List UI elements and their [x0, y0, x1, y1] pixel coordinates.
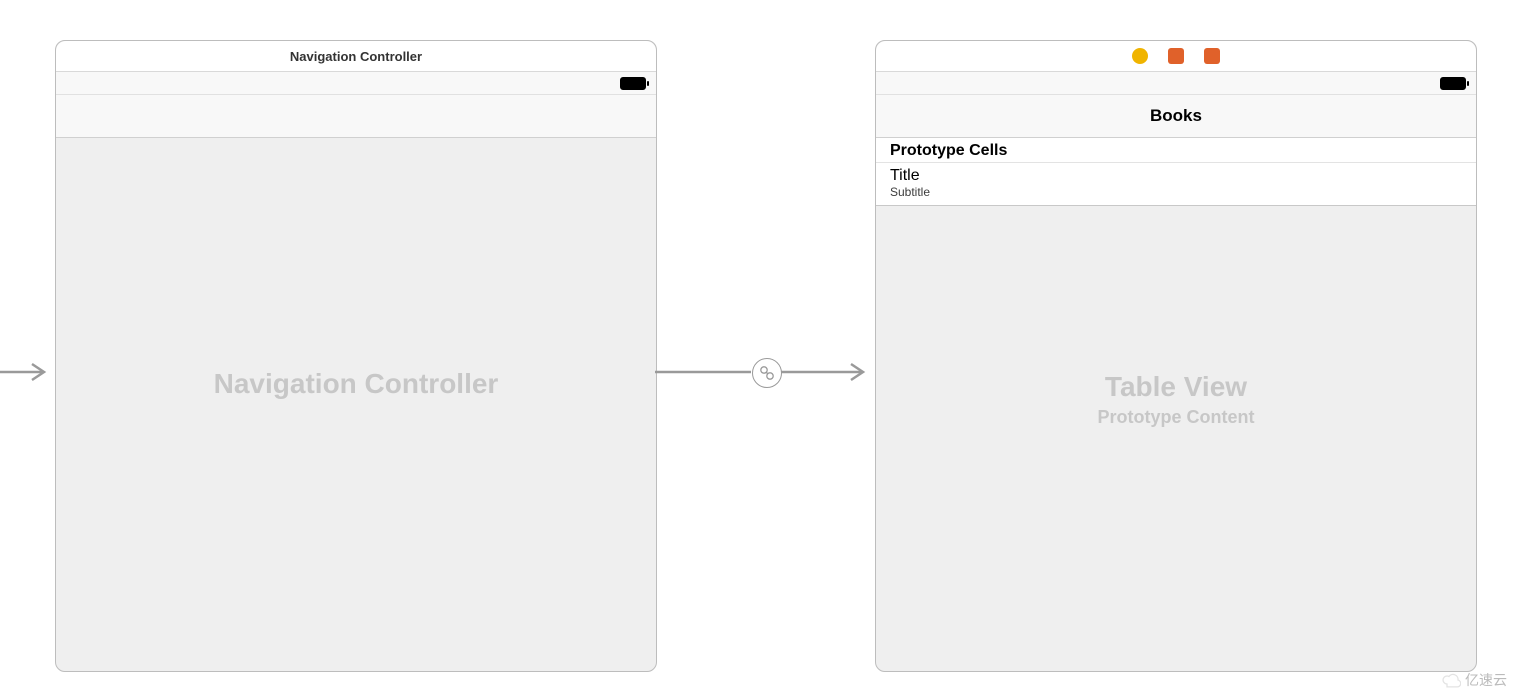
exit-icon[interactable]: [1204, 48, 1220, 64]
initial-arrow-icon: [0, 362, 55, 382]
table-view-placeholder-subtitle: Prototype Content: [876, 407, 1476, 428]
table-view-placeholder-title: Table View: [876, 371, 1476, 403]
watermark-text: 亿速云: [1465, 670, 1507, 690]
watermark: 亿速云: [1441, 670, 1507, 690]
status-bar: [876, 72, 1476, 95]
battery-icon: [1440, 77, 1466, 90]
cell-title-label: Title: [890, 167, 1462, 185]
first-responder-icon[interactable]: [1168, 48, 1184, 64]
scene-header[interactable]: [876, 41, 1476, 72]
prototype-cells-header: Prototype Cells: [876, 138, 1476, 163]
navigation-bar[interactable]: Books: [876, 95, 1476, 138]
navigation-controller-placeholder: Navigation Controller: [56, 368, 656, 400]
scene-header[interactable]: Navigation Controller: [56, 41, 656, 72]
view-controller-icon[interactable]: [1132, 48, 1148, 64]
scene-header-title: Navigation Controller: [290, 49, 422, 64]
books-scene[interactable]: Books Prototype Cells Title Subtitle Tab…: [875, 40, 1477, 672]
battery-icon: [620, 77, 646, 90]
prototype-cell[interactable]: Title Subtitle: [876, 163, 1476, 206]
link-icon: [759, 365, 775, 381]
cell-subtitle-label: Subtitle: [890, 185, 1462, 199]
table-view-placeholder: Table View Prototype Content: [876, 371, 1476, 428]
navigation-controller-scene[interactable]: Navigation Controller Navigation Control…: [55, 40, 657, 672]
status-bar: [56, 72, 656, 95]
navigation-title[interactable]: Books: [1150, 106, 1202, 126]
navigation-bar[interactable]: [56, 95, 656, 138]
segue-kind-icon[interactable]: [752, 358, 782, 388]
